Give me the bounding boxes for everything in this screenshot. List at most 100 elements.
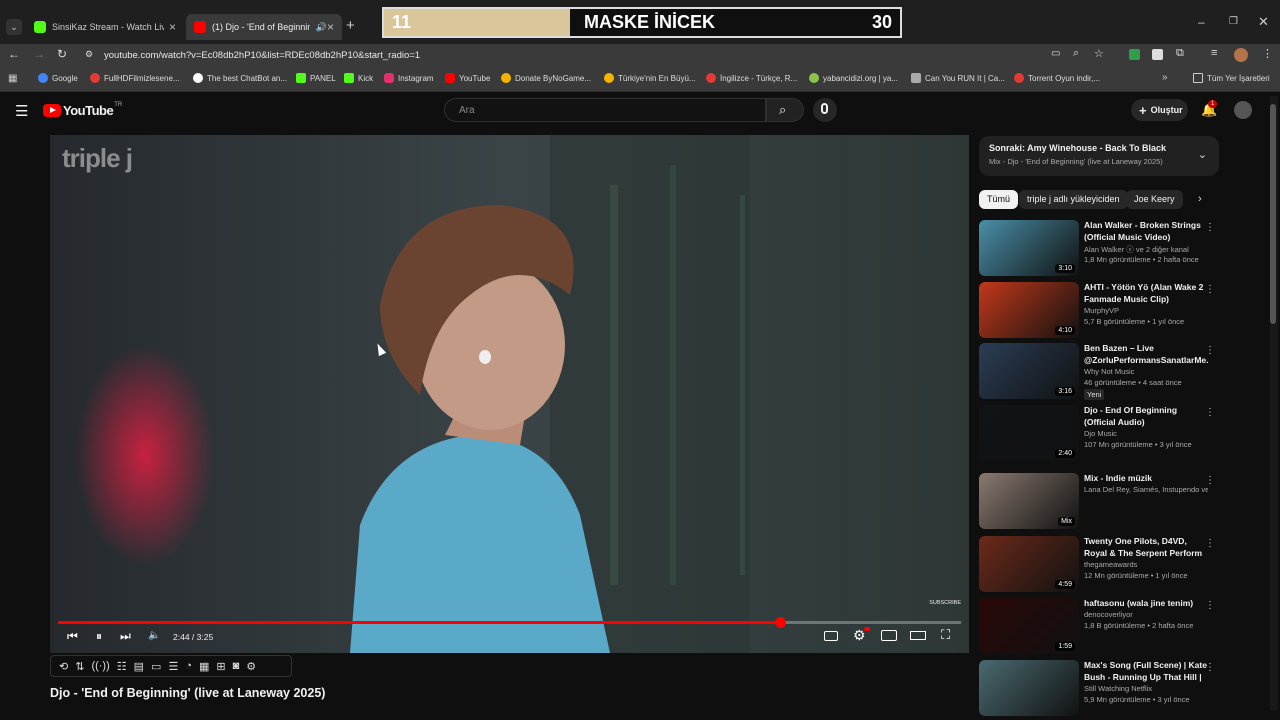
recommendation-item[interactable]: Max's Song (Full Scene) | Kate Bush - Ru… xyxy=(979,660,1215,718)
volume-icon[interactable]: 🔈 xyxy=(148,630,160,641)
channel-name[interactable]: Alan Walker ⓥ ve 2 diğer kanal xyxy=(1084,244,1208,255)
scrollbar-thumb[interactable] xyxy=(1270,104,1276,324)
next-button[interactable]: ⏭ xyxy=(120,629,131,644)
progress-bar[interactable] xyxy=(58,617,961,628)
fullscreen-icon[interactable]: ⛶ xyxy=(941,627,950,643)
more-options-icon[interactable]: ⋮ xyxy=(1205,662,1215,673)
more-bookmarks-icon[interactable]: » xyxy=(1162,72,1168,83)
profile-avatar[interactable] xyxy=(1234,48,1248,62)
tab-search-icon[interactable]: ⌄ xyxy=(6,19,22,35)
media-control-icon[interactable]: ≡ xyxy=(1211,47,1217,59)
recommendation-title[interactable]: AHTI - Yötön Yö (Alan Wake 2 Fanmade Mus… xyxy=(1084,282,1208,305)
account-avatar[interactable] xyxy=(1234,101,1252,119)
miniplayer-icon[interactable] xyxy=(881,630,897,641)
video-thumbnail[interactable]: 4:59 xyxy=(979,536,1079,592)
more-options-icon[interactable]: ⋮ xyxy=(1205,538,1215,549)
recommendation-title[interactable]: Ben Bazen – Live @ZorluPerformansSanatla… xyxy=(1084,343,1208,366)
bookmark-google[interactable]: Google xyxy=(38,73,78,83)
video-thumbnail[interactable] xyxy=(979,660,1079,716)
create-button[interactable]: + Oluştur xyxy=(1131,99,1188,121)
bookmark-donate[interactable]: Donate ByNoGame... xyxy=(501,73,591,83)
recommendation-title[interactable]: Alan Walker - Broken Strings (Official M… xyxy=(1084,220,1208,243)
tab-youtube[interactable]: (1) Djo - 'End of Beginning' 🔊 × xyxy=(186,14,342,40)
channel-name[interactable]: Why Not Music xyxy=(1084,367,1208,376)
more-options-icon[interactable]: ⋮ xyxy=(1205,345,1215,356)
youtube-logo[interactable]: YouTube TR xyxy=(43,102,122,118)
video-thumbnail[interactable]: 1:59 xyxy=(979,598,1079,654)
theater-mode-icon[interactable] xyxy=(910,631,926,640)
maximize-button[interactable]: ❐ xyxy=(1229,16,1238,27)
channel-name[interactable]: Djo Music xyxy=(1084,429,1208,438)
bookmark-yabancidizi[interactable]: yabancidizi.org | ya... xyxy=(809,73,898,83)
recommendation-title[interactable]: haftasonu (wala jine tenim) xyxy=(1084,598,1208,610)
video-thumbnail[interactable]: 3:16 xyxy=(979,343,1079,399)
recommendation-item[interactable]: 3:10 Alan Walker - Broken Strings (Offici… xyxy=(979,220,1215,278)
more-options-icon[interactable]: ⋮ xyxy=(1205,284,1215,295)
list-icon[interactable]: ☰ xyxy=(168,660,178,673)
video-thumbnail[interactable]: 2:40 xyxy=(979,405,1079,461)
extensions-puzzle-icon[interactable]: ⧉ xyxy=(1176,47,1184,60)
aspect-icon[interactable]: ▭ xyxy=(151,660,161,673)
sort-icon[interactable]: ⇅ xyxy=(75,660,84,673)
new-tab-button[interactable]: + xyxy=(346,17,355,34)
bookmark-star-icon[interactable]: ☆ xyxy=(1094,47,1104,60)
browser-menu-icon[interactable]: ⋮ xyxy=(1262,47,1273,60)
site-info-icon[interactable]: ⚙ xyxy=(85,49,93,60)
recommendation-title[interactable]: Twenty One Pilots, D4VD, Royal & The Ser… xyxy=(1084,536,1208,560)
more-options-icon[interactable]: ⋮ xyxy=(1205,222,1215,233)
recommendation-title[interactable]: Djo - End Of Beginning (Official Audio) xyxy=(1084,405,1208,428)
bookmark-ingilizce[interactable]: İngilizce - Türkçe, R... xyxy=(706,73,797,83)
all-bookmarks-folder[interactable]: Tüm Yer İşaretleri xyxy=(1193,73,1270,83)
bookmark-youtube[interactable]: YouTube xyxy=(445,73,490,83)
chip-from-uploader[interactable]: triple j adlı yükleyiciden xyxy=(1019,190,1128,209)
recommendation-item[interactable]: 3:16 Ben Bazen – Live @ZorluPerformansSan… xyxy=(979,343,1215,401)
toolbar-settings-icon[interactable]: ⚙ xyxy=(246,660,256,673)
speed-icon[interactable]: ◔ xyxy=(185,660,192,672)
channel-name[interactable]: MurphyVP xyxy=(1084,306,1208,315)
zoom-icon[interactable]: ⌕ xyxy=(1073,47,1079,60)
channel-name[interactable]: thegameawards xyxy=(1084,560,1208,569)
page-scrollbar[interactable] xyxy=(1270,96,1278,710)
video-thumbnail[interactable]: 3:10 xyxy=(979,220,1079,276)
bookmark-chatbot[interactable]: The best ChatBot an... xyxy=(193,73,287,83)
recommendation-title[interactable]: Mix - Indie müzik xyxy=(1084,473,1208,485)
chips-next-icon[interactable]: › xyxy=(1198,193,1202,205)
bookmark-torrent[interactable]: Torrent Oyun indir,... xyxy=(1014,73,1100,83)
pause-button[interactable]: ⏸ xyxy=(96,629,102,644)
chip-joe-keery[interactable]: Joe Keery xyxy=(1126,190,1183,209)
bookmark-fullhd[interactable]: FullHDFilmizlesene... xyxy=(90,73,180,83)
video-thumbnail[interactable]: Mix xyxy=(979,473,1079,529)
recommendation-title[interactable]: Max's Song (Full Scene) | Kate Bush - Ru… xyxy=(1084,660,1208,684)
close-tab-icon[interactable]: × xyxy=(327,20,334,34)
bookmark-turkiye[interactable]: Türkiye'nin En Büyü... xyxy=(604,73,696,83)
playlist-view-icon[interactable]: ☷ xyxy=(117,660,127,673)
recommendation-item[interactable]: 1:59 haftasonu (wala jine tenim) denocover… xyxy=(979,598,1215,656)
back-icon[interactable]: ← xyxy=(8,47,20,61)
forward-icon[interactable]: → xyxy=(33,47,45,61)
more-options-icon[interactable]: ⋮ xyxy=(1205,600,1215,611)
video-player[interactable]: triple j SUBSCRIBE ⏮ ⏸ ⏭ 🔈 2:44 / 3:25 ⚙… xyxy=(50,135,969,653)
search-button[interactable]: ⌕ xyxy=(766,98,804,122)
captions-icon[interactable] xyxy=(824,631,838,641)
extension-icon[interactable] xyxy=(1129,49,1140,60)
channel-name[interactable]: Lana Del Rey, Siamés, Instupendo ve dah.… xyxy=(1084,485,1208,494)
calendar-icon[interactable]: ▦ xyxy=(199,660,209,673)
voice-search-button[interactable] xyxy=(813,98,837,122)
recommendation-item[interactable]: 2:40 Djo - End Of Beginning (Official Aud… xyxy=(979,405,1215,463)
more-options-icon[interactable]: ⋮ xyxy=(1205,407,1215,418)
subscribe-watermark[interactable]: SUBSCRIBE xyxy=(929,600,961,606)
bookmark-kick[interactable]: Kick xyxy=(344,73,373,83)
bookmark-canyourunit[interactable]: Can You RUN It | Ca... xyxy=(911,73,1005,83)
audio-mode-icon[interactable]: ((·)) xyxy=(91,660,109,672)
hamburger-menu-icon[interactable]: ☰ xyxy=(15,102,28,120)
extension-icon[interactable] xyxy=(1152,49,1163,60)
channel-name[interactable]: denocoverliyor xyxy=(1084,610,1208,619)
chevron-down-icon[interactable]: ⌄ xyxy=(1198,148,1207,161)
screenshot-camera-icon[interactable]: ◙ xyxy=(233,660,240,672)
loop-icon[interactable]: ⟲ xyxy=(59,660,68,673)
up-next-panel[interactable]: Sonraki: Amy Winehouse - Back To Black M… xyxy=(979,136,1219,176)
previous-button[interactable]: ⏮ xyxy=(67,629,78,644)
bookmark-instagram[interactable]: Instagram xyxy=(384,73,434,83)
channel-name[interactable]: Still Watching Netflix xyxy=(1084,684,1208,693)
close-window-button[interactable]: ✕ xyxy=(1258,14,1269,30)
